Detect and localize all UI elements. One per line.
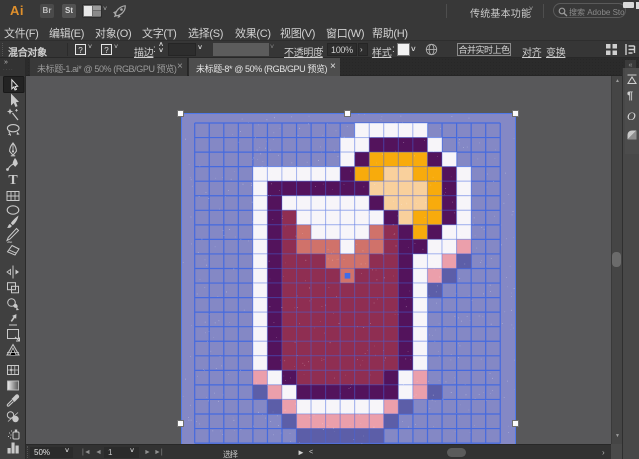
svg-text:T: T	[8, 173, 18, 188]
